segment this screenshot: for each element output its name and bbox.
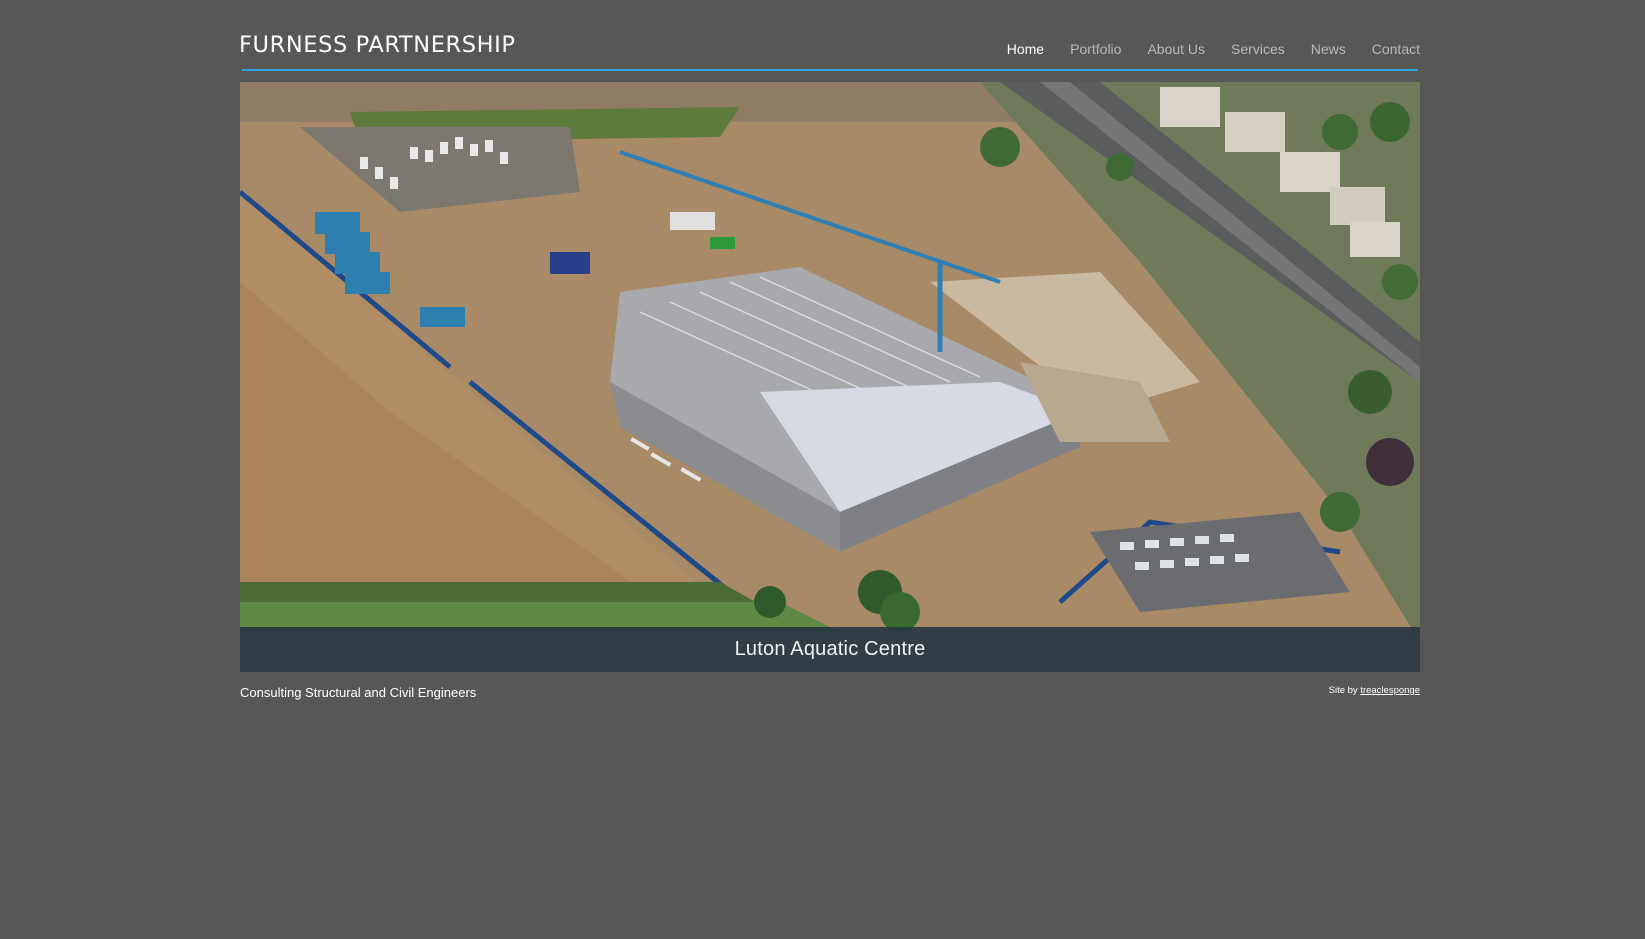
main-nav: Home Portfolio About Us Services News Co… [981, 41, 1420, 57]
nav-item-contact[interactable]: Contact [1372, 41, 1420, 57]
site-credit: Site by treaclesponge [1329, 685, 1420, 696]
slide-caption-bar: Luton Aquatic Centre [240, 627, 1420, 672]
nav-item-portfolio[interactable]: Portfolio [1070, 41, 1121, 57]
site-header: FURNESS PARTNERSHIP Home Portfolio About… [239, 0, 1420, 72]
page: FURNESS PARTNERSHIP Home Portfolio About… [0, 0, 1645, 939]
credit-link[interactable]: treaclesponge [1360, 685, 1420, 696]
slide-caption[interactable]: Luton Aquatic Centre [735, 638, 926, 661]
nav-item-services[interactable]: Services [1231, 41, 1285, 57]
site-tagline: Consulting Structural and Civil Engineer… [240, 685, 477, 700]
credit-prefix: Site by [1328, 685, 1358, 696]
nav-item-news[interactable]: News [1311, 41, 1346, 57]
nav-item-home[interactable]: Home [1007, 41, 1044, 57]
hero-slideshow[interactable]: Luton Aquatic Centre [240, 82, 1420, 672]
content-wrapper: FURNESS PARTNERSHIP Home Portfolio About… [239, 0, 1420, 700]
header-divider [242, 69, 1418, 71]
site-logo[interactable]: FURNESS PARTNERSHIP [239, 32, 516, 58]
nav-item-about-us[interactable]: About Us [1147, 41, 1205, 57]
hero-image [240, 82, 1420, 672]
